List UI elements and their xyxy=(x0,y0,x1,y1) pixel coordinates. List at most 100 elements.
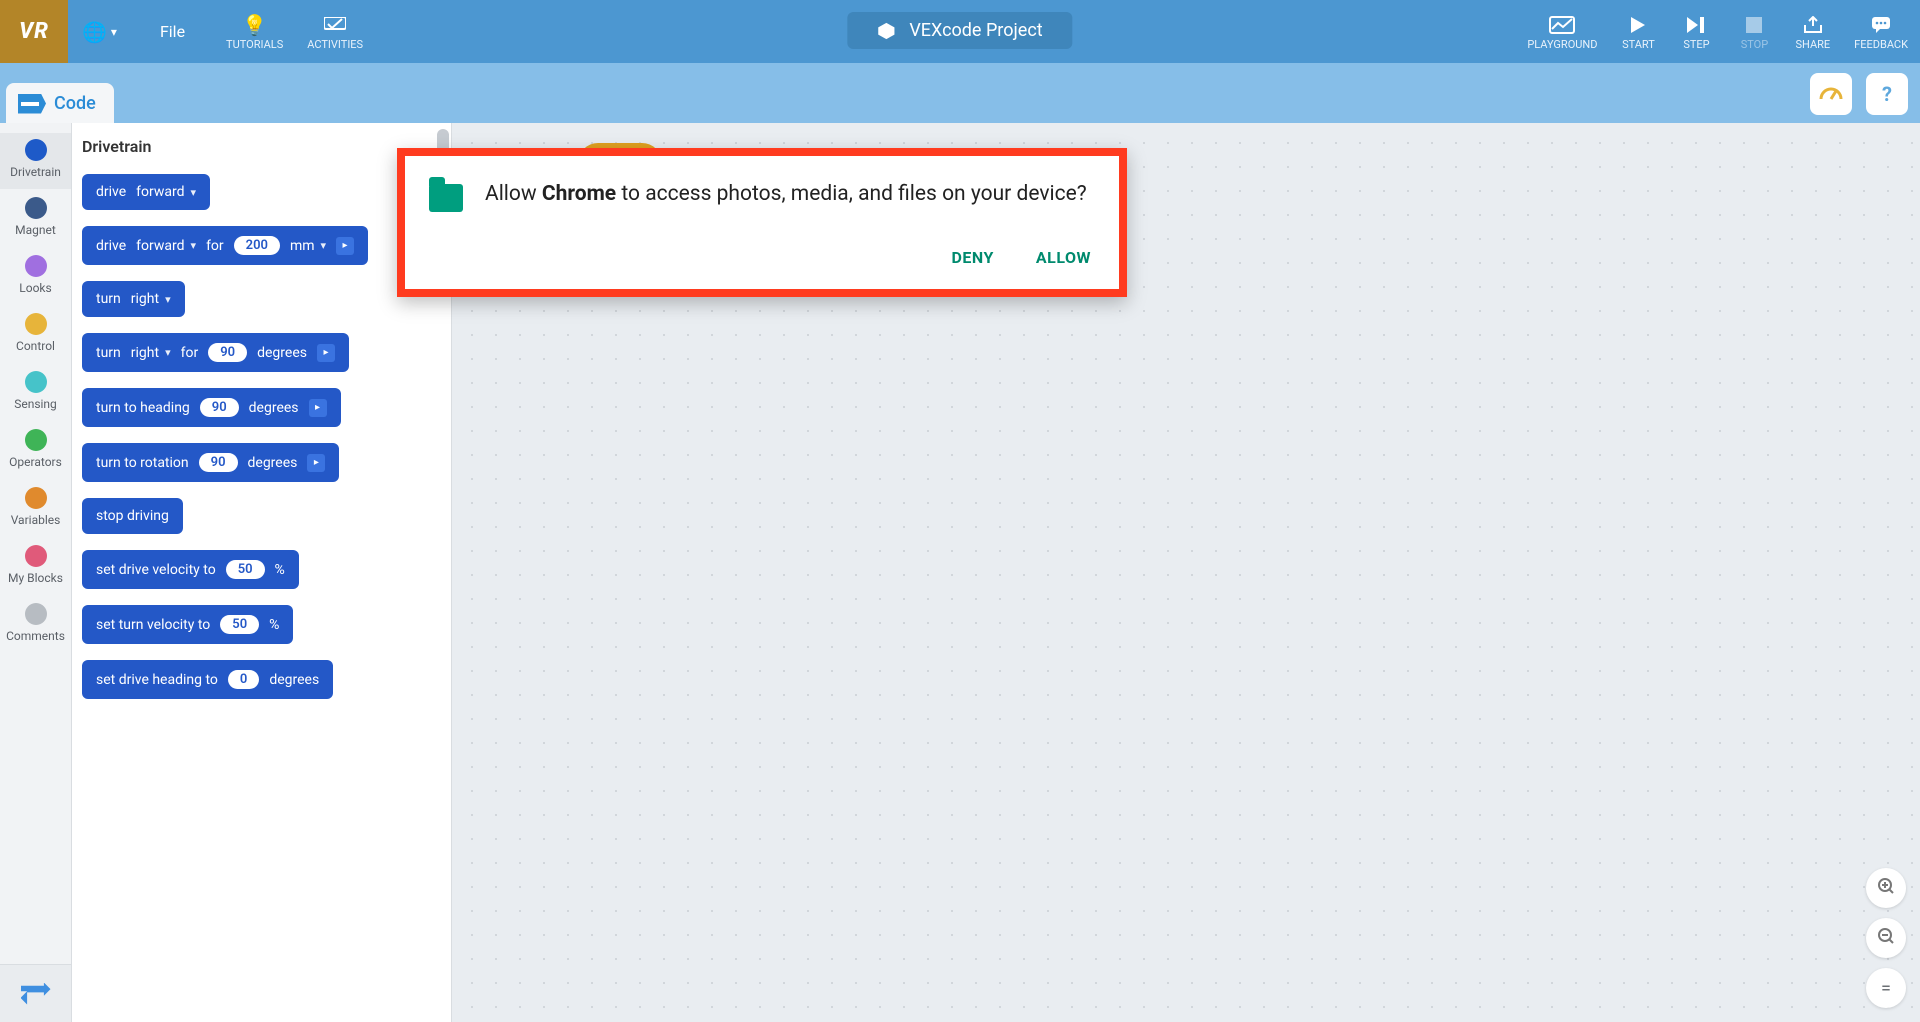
stop-icon xyxy=(1746,12,1762,38)
dialog-prefix: Allow xyxy=(485,182,542,206)
globe-icon: 🌐 xyxy=(82,20,107,44)
expand-icon[interactable]: ▸ xyxy=(307,454,325,472)
zoom-reset-button[interactable]: = xyxy=(1866,968,1906,1008)
palette-heading: Drivetrain xyxy=(72,123,451,166)
block-text: degrees xyxy=(248,455,298,471)
category-variables[interactable]: Variables xyxy=(0,481,71,537)
block-turn-to-heading[interactable]: turn to heading 90 degrees ▸ xyxy=(82,388,341,427)
category-my-blocks[interactable]: My Blocks xyxy=(0,539,71,595)
minus-icon xyxy=(1877,927,1895,950)
deny-button[interactable]: DENY xyxy=(948,240,998,275)
expand-icon[interactable]: ▸ xyxy=(317,344,335,362)
block-text: drive xyxy=(96,238,126,254)
value-input[interactable]: 200 xyxy=(234,236,280,255)
block-text: turn xyxy=(96,291,121,307)
value-input[interactable]: 90 xyxy=(199,453,238,472)
block-text: for xyxy=(181,345,199,361)
block-text: degrees xyxy=(269,672,319,688)
allow-button[interactable]: ALLOW xyxy=(1032,240,1095,275)
top-toolbar: VR 🌐▾ File 💡 TUTORIALS ACTIVITIES VEXcod… xyxy=(0,0,1920,63)
block-text: set drive velocity to xyxy=(96,562,216,578)
category-drivetrain[interactable]: Drivetrain xyxy=(0,133,71,189)
dropdown-direction[interactable]: forward xyxy=(136,184,196,200)
block-palette: Drivetrain drive forward drive forward f… xyxy=(72,123,452,1022)
block-text: stop driving xyxy=(96,508,169,524)
cat-label: Sensing xyxy=(14,397,57,411)
dialog-app: Chrome xyxy=(542,182,616,206)
expand-icon[interactable]: ▸ xyxy=(309,399,327,417)
step-label: STEP xyxy=(1683,38,1709,51)
block-turn-for[interactable]: turn right for 90 degrees ▸ xyxy=(82,333,349,372)
value-input[interactable]: 90 xyxy=(200,398,239,417)
code-tab-label: Code xyxy=(54,93,96,114)
chevron-down-icon: ▾ xyxy=(111,25,117,39)
stop-button[interactable]: STOP xyxy=(1725,0,1783,63)
dropdown-direction[interactable]: right xyxy=(131,291,171,307)
share-label: SHARE xyxy=(1795,38,1830,51)
category-comments[interactable]: Comments xyxy=(0,597,71,653)
start-button[interactable]: START xyxy=(1609,0,1667,63)
step-icon xyxy=(1686,12,1706,38)
share-button[interactable]: SHARE xyxy=(1783,0,1842,63)
code-tab[interactable]: Code xyxy=(6,83,114,124)
playground-button[interactable]: PLAYGROUND xyxy=(1515,0,1609,63)
block-set-drive-heading[interactable]: set drive heading to 0 degrees xyxy=(82,660,333,699)
block-text: % xyxy=(275,562,285,578)
dropdown-unit[interactable]: mm xyxy=(290,238,326,254)
block-drive-forward[interactable]: drive forward xyxy=(82,174,210,210)
lightbulb-icon: 💡 xyxy=(242,12,267,38)
step-button[interactable]: STEP xyxy=(1667,0,1725,63)
value-input[interactable]: 50 xyxy=(220,615,259,634)
zoom-out-button[interactable] xyxy=(1866,918,1906,958)
category-magnet[interactable]: Magnet xyxy=(0,191,71,247)
share-icon xyxy=(1803,12,1823,38)
cat-label: Operators xyxy=(9,455,62,469)
block-set-turn-velocity[interactable]: set turn velocity to 50 % xyxy=(82,605,293,644)
value-input[interactable]: 90 xyxy=(208,343,247,362)
cat-label: Magnet xyxy=(15,223,56,237)
block-turn-to-rotation[interactable]: turn to rotation 90 degrees ▸ xyxy=(82,443,339,482)
category-operators[interactable]: Operators xyxy=(0,423,71,479)
feedback-button[interactable]: FEEDBACK xyxy=(1842,0,1920,63)
value-input[interactable]: 0 xyxy=(228,670,259,689)
dropdown-direction[interactable]: right xyxy=(131,345,171,361)
block-drive-forward-for[interactable]: drive forward for 200 mm ▸ xyxy=(82,226,368,265)
folder-icon xyxy=(429,184,463,212)
category-control[interactable]: Control xyxy=(0,307,71,363)
block-turn[interactable]: turn right xyxy=(82,281,185,317)
category-sensing[interactable]: Sensing xyxy=(0,365,71,421)
language-menu[interactable]: 🌐▾ xyxy=(68,20,131,44)
block-text: for xyxy=(206,238,224,254)
stop-label: STOP xyxy=(1741,38,1768,51)
code-flag-icon xyxy=(18,94,46,114)
monitor-button[interactable] xyxy=(1810,73,1852,115)
plus-icon xyxy=(1877,877,1895,900)
project-title[interactable]: VEXcode Project xyxy=(847,12,1072,49)
dialog-suffix: to access photos, media, and files on yo… xyxy=(616,182,1087,206)
project-title-text: VEXcode Project xyxy=(909,20,1042,41)
equals-icon: = xyxy=(1881,978,1891,999)
block-text: drive xyxy=(96,184,126,200)
tutorials-button[interactable]: 💡 TUTORIALS xyxy=(214,12,295,51)
cat-label: Control xyxy=(16,339,55,353)
playground-icon xyxy=(1549,12,1575,38)
help-icon: ? xyxy=(1882,82,1892,106)
block-text: degrees xyxy=(257,345,307,361)
block-set-drive-velocity[interactable]: set drive velocity to 50 % xyxy=(82,550,299,589)
dropdown-direction[interactable]: forward xyxy=(136,238,196,254)
dialog-message: Allow Chrome to access photos, media, an… xyxy=(485,180,1087,208)
block-text: set drive heading to xyxy=(96,672,218,688)
activities-button[interactable]: ACTIVITIES xyxy=(295,12,375,51)
block-text: set turn velocity to xyxy=(96,617,210,633)
swap-icon xyxy=(21,983,51,1005)
activities-icon xyxy=(324,12,346,38)
expand-icon[interactable]: ▸ xyxy=(336,237,354,255)
switch-mode-button[interactable] xyxy=(0,964,71,1022)
start-label: START xyxy=(1622,38,1655,51)
zoom-in-button[interactable] xyxy=(1866,868,1906,908)
value-input[interactable]: 50 xyxy=(226,560,265,579)
help-button[interactable]: ? xyxy=(1866,73,1908,115)
file-menu[interactable]: File xyxy=(144,22,201,41)
category-looks[interactable]: Looks xyxy=(0,249,71,305)
block-stop-driving[interactable]: stop driving xyxy=(82,498,183,534)
